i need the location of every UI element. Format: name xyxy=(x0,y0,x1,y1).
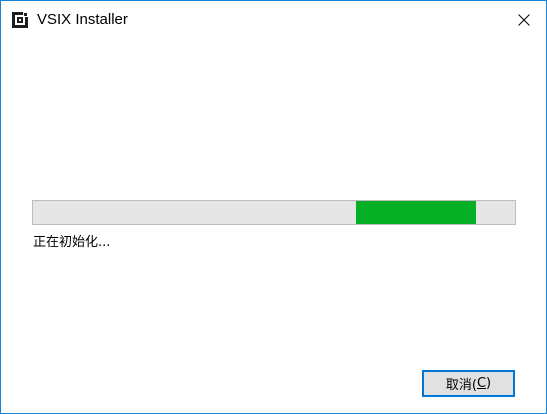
cancel-label-prefix: 取消( xyxy=(445,378,477,393)
vsix-installer-icon xyxy=(12,12,28,28)
cancel-button[interactable]: 取消(C) xyxy=(422,370,515,397)
cancel-label-suffix: ) xyxy=(486,376,492,391)
close-icon xyxy=(517,11,530,30)
title-bar[interactable]: VSIX Installer xyxy=(1,1,546,39)
window-title: VSIX Installer xyxy=(37,11,128,28)
close-button[interactable] xyxy=(501,1,546,39)
status-text: 正在初始化... xyxy=(33,235,111,250)
progress-bar-fill xyxy=(355,201,477,224)
progress-bar xyxy=(32,200,516,225)
cancel-accesskey: C xyxy=(476,376,487,391)
installer-window: VSIX Installer 正在初始化... 取消(C) xyxy=(0,0,547,414)
